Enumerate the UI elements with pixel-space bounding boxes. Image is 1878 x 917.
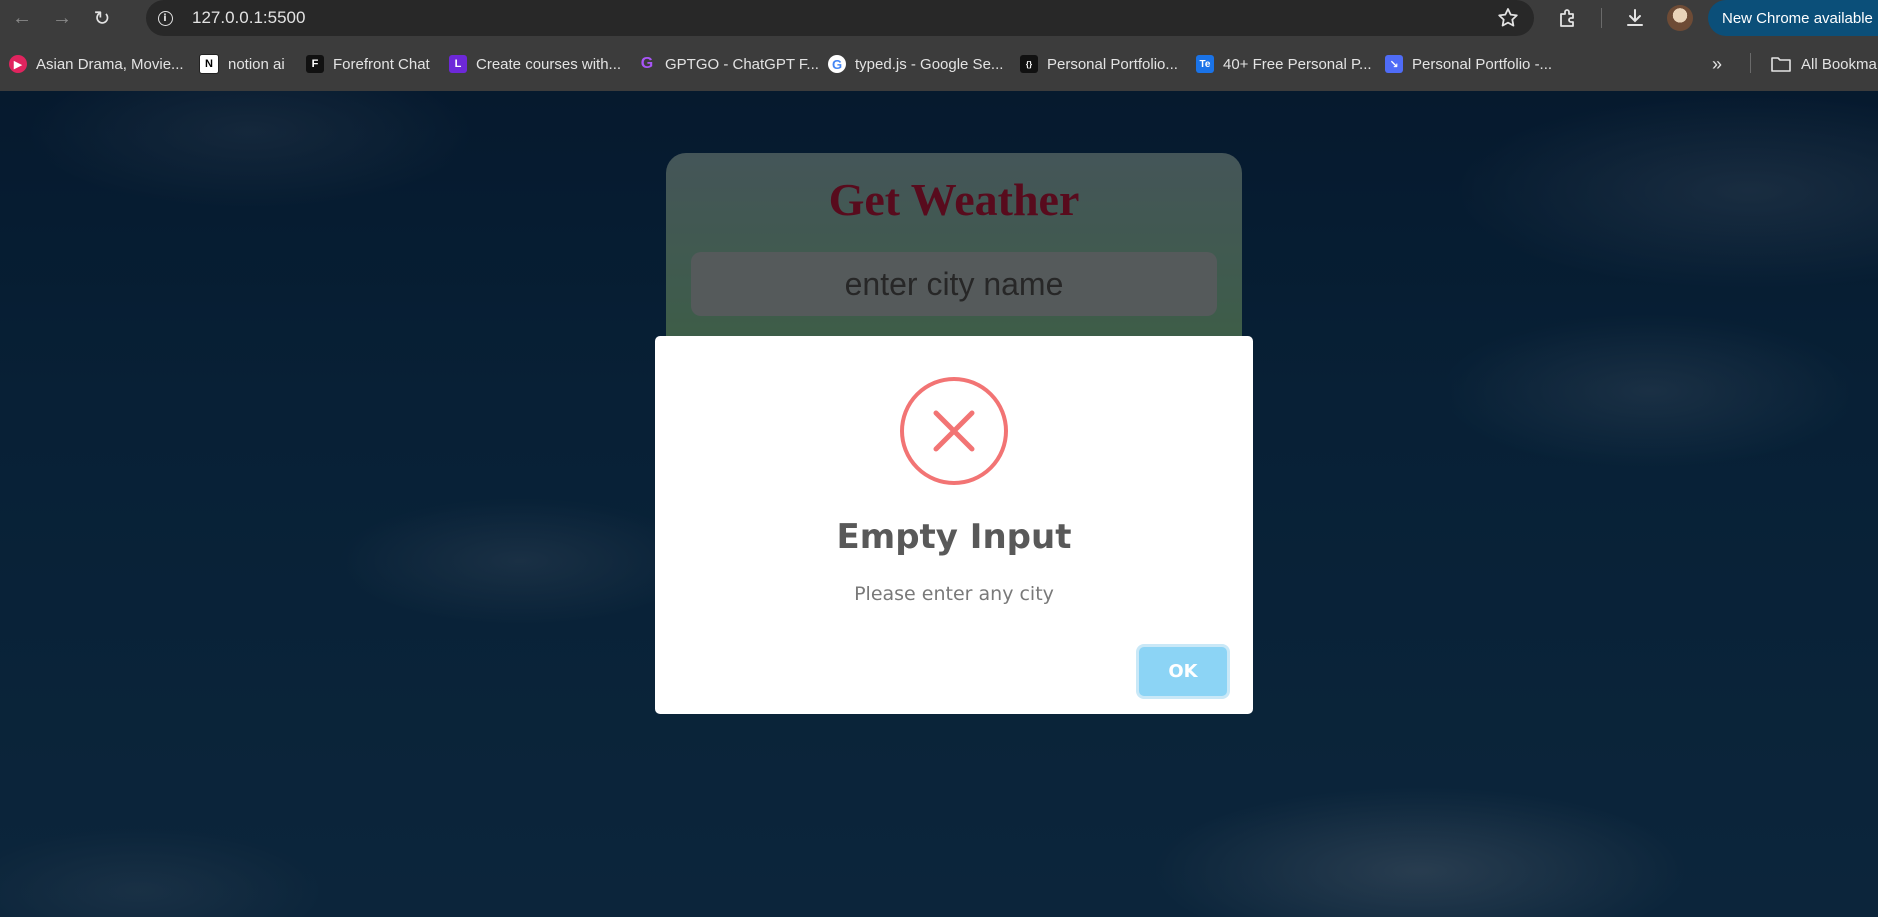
toolbar-divider [1601, 8, 1602, 28]
bookmarks-bar: ▶ Asian Drama, Movie... N notion ai F Fo… [0, 36, 1878, 92]
bookmark-label: Personal Portfolio... [1047, 55, 1178, 73]
all-bookmarks-label: All Bookma [1801, 55, 1877, 73]
bookmark-label: Asian Drama, Movie... [36, 55, 184, 73]
gptgo-icon: G [640, 55, 654, 72]
more-bookmarks-chevron-icon[interactable]: » [1712, 53, 1722, 75]
ok-button[interactable]: OK [1139, 647, 1227, 696]
error-x-icon [900, 377, 1008, 485]
folder-icon [1771, 57, 1791, 72]
bookmark-label: typed.js - Google Se... [855, 55, 1004, 73]
bookmark-item[interactable]: Te 40+ Free Personal P... [1196, 53, 1372, 75]
url-text[interactable]: 127.0.0.1:5500 [192, 8, 305, 28]
bookmark-label: 40+ Free Personal P... [1223, 55, 1372, 73]
browser-toolbar: ← → ↻ i 127.0.0.1:5500 New Chrome availa… [0, 0, 1878, 36]
site-info-icon[interactable]: i [154, 7, 176, 29]
bookmark-item[interactable]: N notion ai [199, 53, 285, 75]
extensions-puzzle-icon[interactable] [1556, 6, 1580, 30]
letter-l-icon: L [449, 55, 467, 73]
profile-avatar[interactable] [1667, 5, 1693, 31]
reload-icon[interactable]: ↻ [84, 0, 120, 36]
bookmark-item[interactable]: L Create courses with... [449, 53, 621, 75]
alert-dialog: Empty Input Please enter any city OK [655, 336, 1253, 714]
pen-square-icon: ↘ [1385, 55, 1403, 73]
download-icon[interactable] [1623, 6, 1647, 30]
all-bookmarks-folder[interactable]: All Bookma [1770, 53, 1877, 75]
bookmark-item[interactable]: F Forefront Chat [306, 53, 430, 75]
bookmark-label: Create courses with... [476, 55, 622, 73]
alert-message: Please enter any city [854, 583, 1054, 605]
alert-title: Empty Input [836, 517, 1072, 557]
bookmark-label: notion ai [228, 55, 285, 73]
bookmark-item[interactable]: {} Personal Portfolio... [1020, 53, 1178, 75]
bookmark-label: Forefront Chat [333, 55, 430, 73]
bookmark-star-icon[interactable] [1496, 6, 1520, 30]
play-circle-icon: ▶ [9, 55, 27, 73]
weather-page: Get Weather Empty Input Please enter any… [0, 91, 1878, 917]
google-icon: G [828, 55, 846, 73]
forward-arrow-icon[interactable]: → [44, 0, 80, 36]
forefront-icon: F [306, 55, 324, 73]
bookmarks-divider [1750, 53, 1751, 73]
bookmark-item[interactable]: G typed.js - Google Se... [828, 53, 1003, 75]
address-bar[interactable]: i 127.0.0.1:5500 [146, 0, 1534, 36]
notion-icon: N [199, 54, 219, 74]
back-arrow-icon[interactable]: ← [4, 0, 40, 36]
update-label: New Chrome available [1722, 9, 1873, 27]
bookmark-label: GPTGO - ChatGPT F... [665, 55, 819, 73]
new-chrome-available-button[interactable]: New Chrome available [1708, 0, 1878, 36]
code-icon: {} [1020, 55, 1038, 73]
te-icon: Te [1196, 55, 1214, 73]
bookmark-item[interactable]: ↘ Personal Portfolio -... [1385, 53, 1552, 75]
bookmark-item[interactable]: ▶ Asian Drama, Movie... [9, 53, 184, 75]
bookmark-label: Personal Portfolio -... [1412, 55, 1553, 73]
bookmark-item[interactable]: G GPTGO - ChatGPT F... [638, 53, 819, 75]
